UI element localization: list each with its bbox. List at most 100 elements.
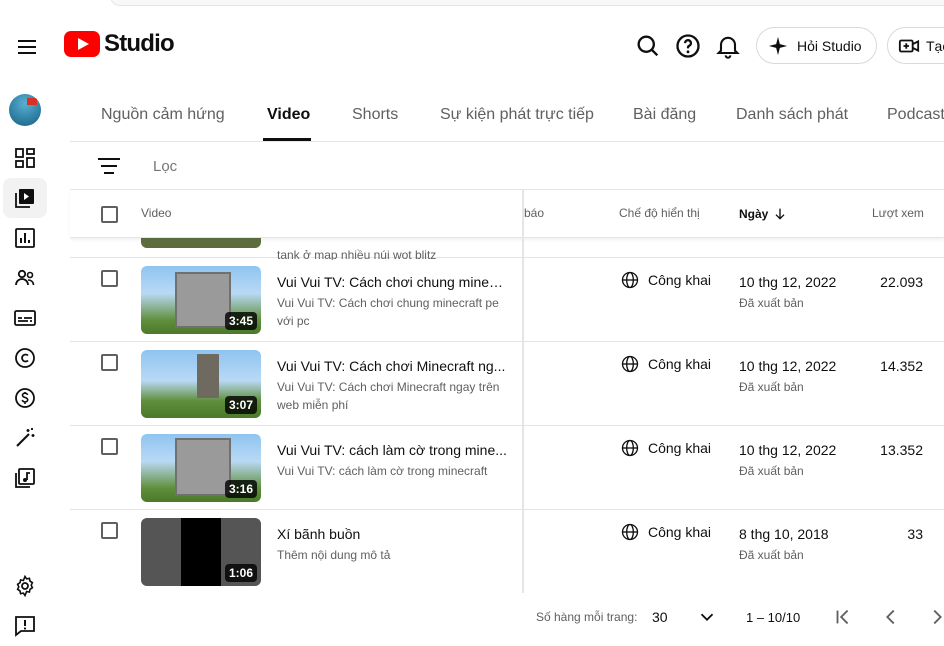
video-thumbnail[interactable]: [141, 238, 261, 248]
publish-status: Đã xuất bản: [739, 296, 804, 310]
visibility-label: Công khai: [648, 440, 712, 456]
filter-input[interactable]: [153, 158, 453, 175]
sort-down-arrow-icon: [775, 208, 785, 220]
tab-playlists[interactable]: Danh sách phát: [736, 106, 848, 124]
header-video[interactable]: Video: [141, 206, 171, 220]
tab-shorts[interactable]: Shorts: [352, 106, 398, 124]
audio-library-icon[interactable]: [3, 458, 47, 498]
select-all-checkbox[interactable]: [101, 206, 118, 223]
table-row[interactable]: tank ở map nhiều núi wot blitz: [70, 238, 944, 260]
earn-icon[interactable]: [3, 378, 47, 418]
view-count: 33: [907, 526, 923, 542]
visibility-public[interactable]: Công khai: [620, 438, 711, 458]
view-count: 22.093: [880, 274, 923, 290]
filter-icon[interactable]: [98, 156, 120, 176]
globe-icon: [621, 271, 639, 289]
table-header: Video báo Chế độ hiển thị Ngày Lượt xem: [70, 190, 944, 238]
first-page-icon[interactable]: [832, 606, 854, 628]
previous-page-icon[interactable]: [880, 606, 902, 628]
visibility-label: Công khai: [648, 524, 712, 540]
browser-top-strip: [0, 0, 944, 10]
table-row[interactable]: 1:06 Xí bãnh buồn Thêm nội dung mô tả Cô…: [70, 510, 944, 593]
logo-text: Studio: [104, 30, 175, 57]
chevron-down-icon[interactable]: [696, 606, 718, 628]
header-date-sort[interactable]: Ngày: [739, 206, 788, 222]
video-title[interactable]: Vui Vui TV: Cách chơi Minecraft ng...: [277, 358, 509, 374]
header-visibility[interactable]: Chế độ hiển thị: [619, 206, 700, 220]
customization-wand-icon[interactable]: [3, 418, 47, 458]
tab-live[interactable]: Sự kiện phát trực tiếp: [440, 106, 594, 124]
filter-bar: [70, 142, 944, 190]
row-checkbox[interactable]: [101, 438, 118, 455]
video-date: 10 thg 12, 2022: [739, 358, 837, 374]
community-icon[interactable]: [3, 258, 47, 298]
table-row[interactable]: 3:16 Vui Vui TV: cách làm cờ trong mine.…: [70, 426, 944, 510]
settings-gear-icon[interactable]: [3, 566, 47, 606]
video-duration: 1:06: [224, 564, 257, 582]
ask-studio-button[interactable]: Hỏi Studio: [756, 27, 877, 64]
publish-status: Đã xuất bản: [739, 380, 804, 394]
visibility-public[interactable]: Công khai: [620, 270, 711, 290]
video-date: 8 thg 10, 2018: [739, 526, 829, 542]
help-icon[interactable]: [674, 32, 702, 60]
video-duration: 3:07: [224, 396, 257, 414]
video-description: Vui Vui TV: Cách chơi chung minecraft pe…: [277, 296, 499, 328]
header-views[interactable]: Lượt xem: [872, 206, 924, 220]
feedback-icon[interactable]: [3, 606, 47, 646]
ask-studio-label: Hỏi Studio: [797, 37, 862, 54]
tab-video[interactable]: Video: [267, 106, 310, 124]
visibility-public[interactable]: Công khai: [620, 522, 711, 542]
content-icon[interactable]: [3, 178, 47, 218]
tab-podcast[interactable]: Podcast: [887, 106, 944, 124]
publish-status: Đã xuất bản: [739, 548, 804, 562]
video-description: Vui Vui TV: cách làm cờ trong minecraft: [277, 464, 488, 478]
search-icon[interactable]: [634, 32, 662, 60]
table-row[interactable]: 3:45 Vui Vui TV: Cách chơi chung minecr.…: [70, 258, 944, 342]
row-checkbox[interactable]: [101, 270, 118, 287]
header: Studio Hỏi Studio Tạo: [0, 10, 944, 82]
dashboard-icon[interactable]: [3, 138, 47, 178]
analytics-icon[interactable]: [3, 218, 47, 258]
sidebar: [0, 82, 52, 637]
rows-per-page-value[interactable]: 30: [652, 609, 668, 625]
video-thumbnail[interactable]: 1:06: [141, 518, 261, 586]
tab-inspiration[interactable]: Nguồn cảm hứng: [101, 106, 225, 124]
publish-status: Đã xuất bản: [739, 464, 804, 478]
video-description: Vui Vui TV: Cách chơi Minecraft ngay trê…: [277, 380, 500, 412]
content-tabs: Nguồn cảm hứng Video Shorts Sự kiện phát…: [70, 82, 944, 142]
header-restrictions[interactable]: báo: [524, 206, 544, 220]
video-thumbnail[interactable]: 3:16: [141, 434, 261, 502]
create-button[interactable]: Tạo: [887, 27, 944, 64]
header-date: Ngày: [739, 207, 769, 221]
create-label: Tạo: [926, 37, 944, 54]
visibility-public[interactable]: Công khai: [620, 354, 711, 374]
video-thumbnail[interactable]: 3:45: [141, 266, 261, 334]
video-duration: 3:45: [224, 312, 257, 330]
next-page-icon[interactable]: [926, 606, 944, 628]
tab-posts[interactable]: Bài đăng: [633, 106, 696, 124]
video-title[interactable]: Xí bãnh buồn: [277, 526, 509, 542]
youtube-play-icon: [64, 31, 100, 57]
studio-logo[interactable]: Studio: [64, 30, 175, 58]
video-description: Thêm nội dung mô tả: [277, 548, 391, 562]
view-count: 14.352: [880, 358, 923, 374]
video-thumbnail[interactable]: 3:07: [141, 350, 261, 418]
page-range: 1 – 10/10: [746, 610, 801, 625]
pagination-footer: Số hàng mỗi trang: 30 1 – 10/10: [70, 593, 944, 635]
column-resize-divider[interactable]: [522, 190, 524, 593]
copyright-icon[interactable]: [3, 338, 47, 378]
subtitles-icon[interactable]: [3, 298, 47, 338]
bell-icon[interactable]: [714, 32, 742, 60]
hamburger-icon[interactable]: [14, 34, 40, 60]
globe-icon: [621, 439, 639, 457]
table-row[interactable]: 3:07 Vui Vui TV: Cách chơi Minecraft ng.…: [70, 342, 944, 426]
video-title[interactable]: Vui Vui TV: Cách chơi chung minecr...: [277, 274, 509, 290]
video-date: 10 thg 12, 2022: [739, 274, 837, 290]
video-date: 10 thg 12, 2022: [739, 442, 837, 458]
video-title[interactable]: Vui Vui TV: cách làm cờ trong mine...: [277, 442, 509, 458]
channel-avatar[interactable]: [9, 94, 41, 126]
globe-icon: [621, 523, 639, 541]
row-checkbox[interactable]: [101, 354, 118, 371]
video-table-body: tank ở map nhiều núi wot blitz 3:45 Vui …: [70, 238, 944, 593]
row-checkbox[interactable]: [101, 522, 118, 539]
